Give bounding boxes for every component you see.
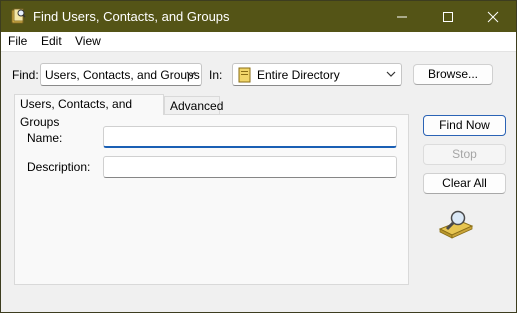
- in-scope-dropdown[interactable]: Entire Directory: [232, 63, 402, 86]
- window-title: Find Users, Contacts, and Groups: [33, 9, 230, 24]
- find-now-button[interactable]: Find Now: [423, 115, 506, 136]
- menu-edit[interactable]: Edit: [41, 34, 62, 48]
- in-label: In:: [209, 68, 223, 82]
- title-bar[interactable]: Find Users, Contacts, and Groups: [1, 1, 516, 32]
- menu-bar: File Edit View: [1, 32, 516, 52]
- close-icon: [487, 11, 499, 23]
- tab-advanced[interactable]: Advanced: [164, 96, 223, 114]
- minimize-button[interactable]: [379, 1, 425, 32]
- stop-button[interactable]: Stop: [423, 144, 506, 165]
- in-scope-value: Entire Directory: [257, 68, 340, 82]
- find-type-value: Users, Contacts, and Groups: [45, 68, 200, 82]
- app-directory-icon: [10, 8, 26, 24]
- description-field[interactable]: [103, 156, 397, 178]
- chevron-down-icon: [386, 71, 396, 77]
- directory-book-icon: [238, 67, 251, 86]
- close-button[interactable]: [470, 1, 516, 32]
- find-type-dropdown[interactable]: Users, Contacts, and Groups: [40, 63, 202, 86]
- maximize-icon: [443, 12, 453, 22]
- tab-users-contacts-groups[interactable]: Users, Contacts, and Groups: [14, 94, 164, 129]
- find-label: Find:: [12, 68, 39, 82]
- name-label: Name:: [27, 131, 63, 145]
- menu-file[interactable]: File: [8, 34, 27, 48]
- browse-button[interactable]: Browse...: [413, 64, 493, 85]
- name-field[interactable]: [103, 126, 397, 148]
- maximize-button[interactable]: [425, 1, 471, 32]
- menu-view[interactable]: View: [75, 34, 101, 48]
- minimize-icon: [397, 16, 407, 18]
- find-users-window: Find Users, Contacts, and Groups File Ed…: [0, 0, 517, 313]
- magnifier-over-directory-icon: [438, 209, 474, 242]
- clear-all-button[interactable]: Clear All: [423, 173, 506, 194]
- chevron-down-icon: [186, 71, 196, 77]
- description-label: Description:: [27, 160, 91, 174]
